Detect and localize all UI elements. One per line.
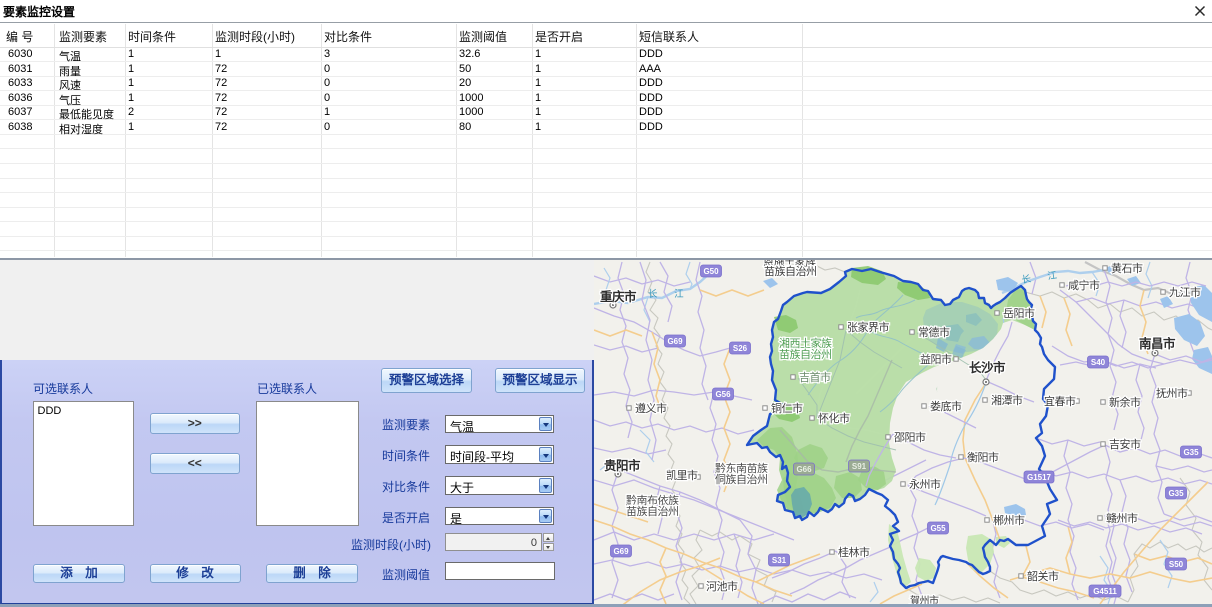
svg-text:G35: G35: [1168, 489, 1184, 498]
svg-text:G55: G55: [930, 524, 946, 533]
svg-text:G50: G50: [703, 267, 719, 276]
svg-text:G69: G69: [667, 337, 683, 346]
svg-text:苗族自治州: 苗族自治州: [779, 347, 832, 361]
svg-text:河池市: 河池市: [706, 579, 738, 593]
svg-text:娄底市: 娄底市: [930, 399, 962, 413]
svg-text:长 江: 长 江: [648, 288, 691, 300]
svg-text:南昌市: 南昌市: [1139, 336, 1176, 351]
svg-text:益阳市: 益阳市: [920, 352, 952, 366]
svg-text:S26: S26: [733, 344, 748, 353]
svg-text:S31: S31: [772, 556, 787, 565]
svg-text:凯里市: 凯里市: [666, 468, 698, 482]
svg-text:黔南布依族: 黔南布依族: [626, 493, 679, 507]
svg-text:桂林市: 桂林市: [838, 545, 870, 559]
svg-text:G56: G56: [715, 390, 731, 399]
svg-text:贵阳市: 贵阳市: [604, 458, 641, 473]
svg-text:G4511: G4511: [1093, 587, 1117, 596]
svg-text:湘西土家族: 湘西土家族: [779, 336, 832, 350]
svg-text:吉安市: 吉安市: [1109, 437, 1141, 451]
svg-text:长沙市: 长沙市: [969, 360, 1006, 375]
svg-text:G1517: G1517: [1027, 473, 1052, 482]
svg-text:苗族自治州: 苗族自治州: [626, 504, 679, 518]
svg-text:赣州市: 赣州市: [1106, 511, 1138, 525]
svg-text:黄石市: 黄石市: [1111, 261, 1143, 275]
svg-text:賀州市: 賀州市: [910, 594, 939, 604]
svg-text:重庆市: 重庆市: [600, 289, 637, 304]
svg-text:湘潭市: 湘潭市: [991, 393, 1023, 407]
svg-text:宜春市: 宜春市: [1044, 394, 1076, 408]
svg-text:吉首市: 吉首市: [799, 370, 831, 384]
svg-text:黔东南苗族: 黔东南苗族: [715, 461, 768, 475]
svg-text:S91: S91: [852, 462, 867, 471]
svg-text:郴州市: 郴州市: [993, 513, 1025, 527]
svg-text:S40: S40: [1091, 358, 1106, 367]
svg-text:苗族自治州: 苗族自治州: [764, 264, 817, 278]
svg-text:S50: S50: [1169, 560, 1184, 569]
svg-text:怀化市: 怀化市: [818, 411, 850, 425]
svg-text:九江市: 九江市: [1169, 285, 1201, 299]
svg-text:常德市: 常德市: [918, 325, 950, 339]
svg-text:G35: G35: [1183, 448, 1199, 457]
svg-text:遵义市: 遵义市: [635, 401, 667, 415]
svg-text:G69: G69: [613, 547, 629, 556]
svg-text:永州市: 永州市: [909, 477, 941, 491]
svg-text:邵阳市: 邵阳市: [894, 430, 926, 444]
svg-text:岳阳市: 岳阳市: [1003, 306, 1035, 320]
svg-text:铜仁市: 铜仁市: [771, 401, 803, 415]
svg-text:侗族自治州: 侗族自治州: [715, 472, 768, 486]
svg-text:新余市: 新余市: [1109, 395, 1141, 409]
svg-text:衡阳市: 衡阳市: [967, 450, 999, 464]
svg-text:抚州市: 抚州市: [1156, 386, 1188, 400]
svg-text:G66: G66: [796, 465, 812, 474]
svg-text:韶关市: 韶关市: [1027, 569, 1059, 583]
svg-text:咸宁市: 咸宁市: [1068, 278, 1100, 292]
svg-text:张家界市: 张家界市: [847, 320, 889, 334]
